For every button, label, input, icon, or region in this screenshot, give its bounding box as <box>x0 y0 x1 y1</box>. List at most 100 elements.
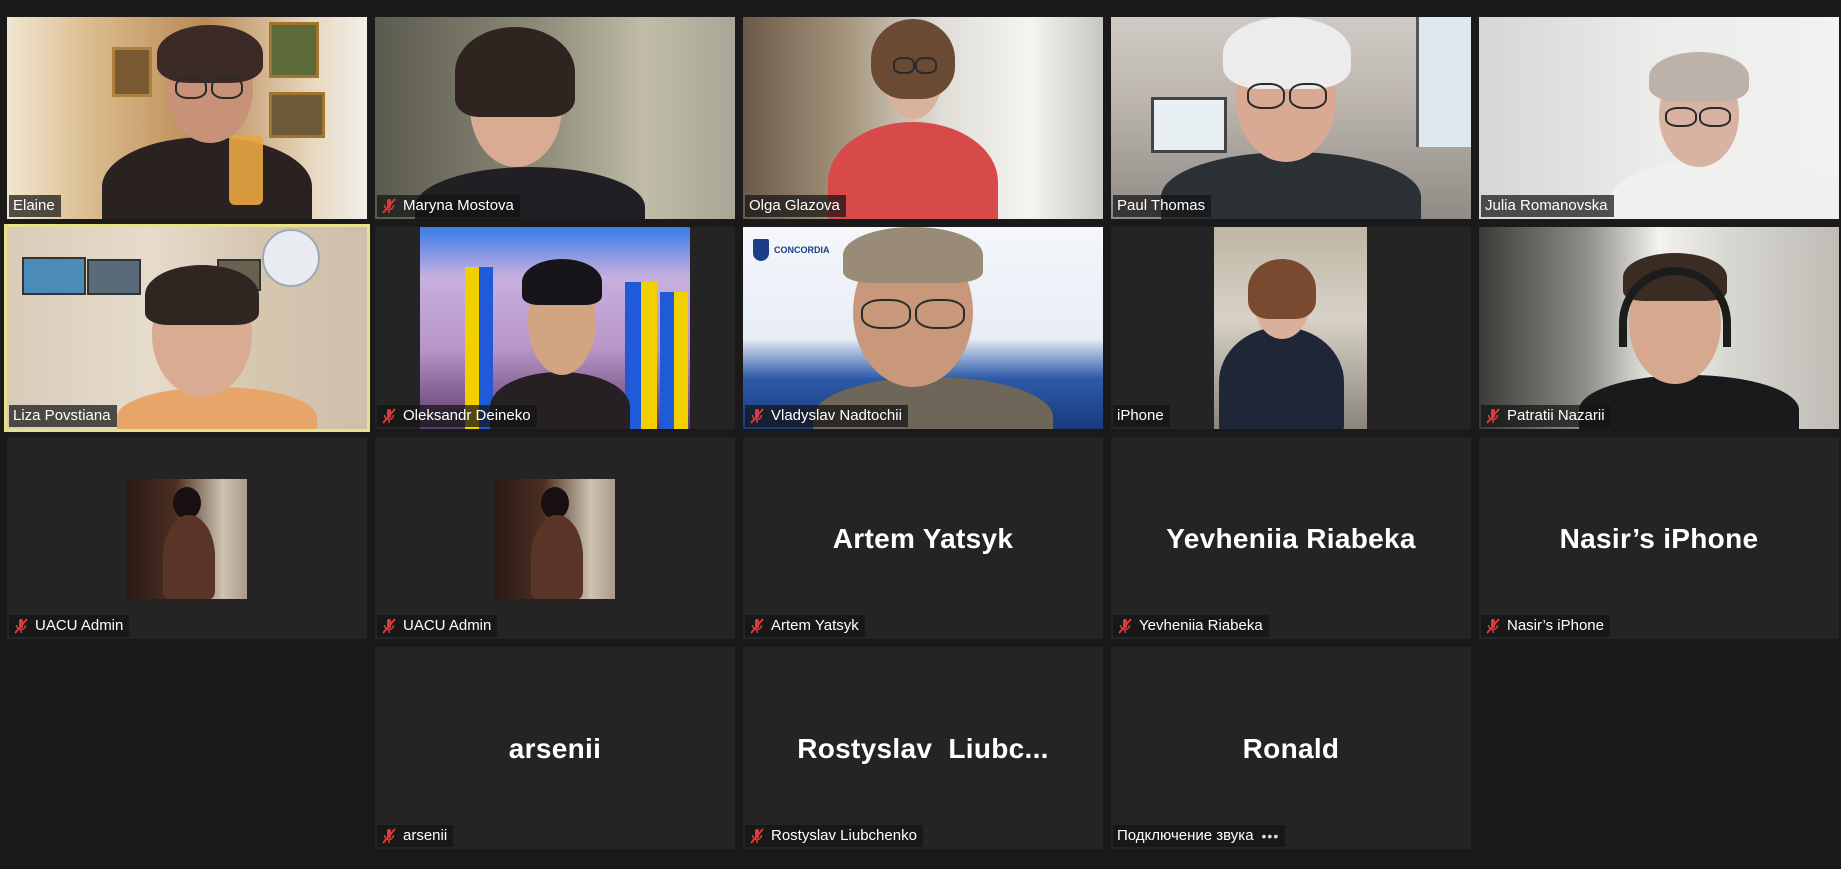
participant-tile-olga-glazova[interactable]: Olga Glazova <box>743 17 1103 219</box>
name-label: Nasir’s iPhone <box>1481 615 1610 637</box>
video-feed: CONCORDIA <box>743 227 1103 429</box>
participant-name: Nasir’s iPhone <box>1507 617 1604 634</box>
participant-tile-yevheniia-riabeka[interactable]: Yevheniia Riabeka Yevheniia Riabeka <box>1111 437 1471 639</box>
concordia-logo: CONCORDIA <box>753 239 830 261</box>
muted-microphone-icon <box>750 618 764 634</box>
participant-tile-julia-romanovska[interactable]: Julia Romanovska <box>1479 17 1839 219</box>
muted-microphone-icon <box>382 198 396 214</box>
name-label: UACU Admin <box>377 615 498 637</box>
participant-name: Paul Thomas <box>1117 197 1206 214</box>
glasses <box>175 77 207 99</box>
video-feed <box>7 17 367 219</box>
wall-picture <box>22 257 86 295</box>
name-label: Patratii Nazarii <box>1481 405 1611 427</box>
participant-name: UACU Admin <box>35 617 124 634</box>
name-label: Подключение звука ••• <box>1113 825 1286 847</box>
person-hair <box>522 259 602 305</box>
participant-tile-uacu-admin[interactable]: UACU Admin <box>7 437 367 639</box>
display-name: Yevheniia Riabeka <box>1166 523 1416 554</box>
participant-name: Oleksandr Deineko <box>403 407 531 424</box>
glass-of-juice <box>229 135 263 205</box>
muted-microphone-icon <box>382 618 396 634</box>
logo-text: CONCORDIA <box>774 245 830 255</box>
name-label: Liza Povstiana <box>9 405 117 427</box>
participant-tile-maryna-mostova[interactable]: Maryna Mostova <box>375 17 735 219</box>
window <box>1151 97 1227 153</box>
display-name: arsenii <box>508 733 602 764</box>
participant-tile-nasirs-iphone[interactable]: Nasir’s iPhone Nasir’s iPhone <box>1479 437 1839 639</box>
name-label: Elaine <box>9 195 61 217</box>
person-hair <box>843 227 983 283</box>
participant-name: Maryna Mostova <box>403 197 514 214</box>
muted-microphone-icon <box>750 408 764 424</box>
window <box>1416 17 1471 147</box>
participant-tile-oleksandr-deineko[interactable]: Oleksandr Deineko <box>375 227 735 429</box>
display-name: Rostyslav Liubc... <box>797 733 1049 764</box>
muted-microphone-icon <box>1486 408 1500 424</box>
name-label: Paul Thomas <box>1113 195 1212 217</box>
video-feed <box>1111 227 1471 429</box>
participant-tile-arsenii[interactable]: arsenii arsenii <box>375 647 735 849</box>
participant-name: Vladyslav Nadtochii <box>771 407 902 424</box>
participant-name: arsenii <box>403 827 448 844</box>
participant-tile-iphone[interactable]: iPhone <box>1111 227 1471 429</box>
name-label: UACU Admin <box>9 615 130 637</box>
wall-painting <box>269 92 325 138</box>
person-hair <box>1223 17 1351 89</box>
name-label: Julia Romanovska <box>1481 195 1614 217</box>
video-grid: Elaine Maryna Mostova Olga Glazova Paul … <box>0 0 1841 869</box>
glasses <box>861 299 911 329</box>
participant-name: UACU Admin <box>403 617 492 634</box>
glasses <box>1289 83 1327 109</box>
more-options-icon[interactable]: ••• <box>1262 825 1280 847</box>
person-body <box>1219 327 1344 429</box>
display-name: Ronald <box>1242 733 1340 764</box>
glasses <box>1699 107 1731 127</box>
glasses <box>915 57 937 74</box>
name-label: Rostyslav Liubchenko <box>745 825 923 847</box>
person-body <box>1609 157 1839 219</box>
participant-tile-rostyslav-liubchenko[interactable]: Rostyslav Liubc... Rostyslav Liubchenko <box>743 647 1103 849</box>
name-label: iPhone <box>1113 405 1170 427</box>
muted-microphone-icon <box>750 828 764 844</box>
participant-name: iPhone <box>1117 407 1164 424</box>
person-body <box>531 515 583 599</box>
person-hair <box>1248 259 1316 319</box>
participant-tile-elaine[interactable]: Elaine <box>7 17 367 219</box>
participant-tile-uacu-admin-2[interactable]: UACU Admin <box>375 437 735 639</box>
profile-picture <box>127 479 247 599</box>
muted-microphone-icon <box>382 408 396 424</box>
name-label: Yevheniia Riabeka <box>1113 615 1269 637</box>
ukraine-flag <box>674 292 688 429</box>
participant-name: Elaine <box>13 197 55 214</box>
name-label: arsenii <box>377 825 454 847</box>
participant-tile-liza-povstiana[interactable]: Liza Povstiana <box>4 224 370 432</box>
video-feed <box>1111 17 1471 219</box>
video-feed <box>743 17 1103 219</box>
participant-tile-patratii-nazarii[interactable]: Patratii Nazarii <box>1479 227 1839 429</box>
video-feed <box>1479 17 1839 219</box>
muted-microphone-icon <box>382 828 396 844</box>
name-label: Vladyslav Nadtochii <box>745 405 908 427</box>
ukraine-flag <box>660 292 674 429</box>
participant-tile-ronald[interactable]: Ronald Подключение звука ••• <box>1111 647 1471 849</box>
participant-tile-artem-yatsyk[interactable]: Artem Yatsyk Artem Yatsyk <box>743 437 1103 639</box>
display-name: Nasir’s iPhone <box>1559 523 1759 554</box>
wall-painting <box>112 47 152 97</box>
name-label: Artem Yatsyk <box>745 615 865 637</box>
connecting-audio-status: Подключение звука <box>1117 827 1254 844</box>
glasses <box>1665 107 1697 127</box>
wall-fan <box>262 229 320 287</box>
participant-name: Patratii Nazarii <box>1507 407 1605 424</box>
person-body <box>1579 375 1799 429</box>
glasses <box>915 299 965 329</box>
person-body <box>828 122 998 219</box>
glasses <box>211 77 243 99</box>
name-label: Maryna Mostova <box>377 195 520 217</box>
name-label: Oleksandr Deineko <box>377 405 537 427</box>
person-hair <box>455 27 575 117</box>
participant-tile-paul-thomas[interactable]: Paul Thomas <box>1111 17 1471 219</box>
participant-tile-vladyslav-nadtochii[interactable]: CONCORDIA Vladyslav Nadtochii <box>743 227 1103 429</box>
person-body <box>163 515 215 599</box>
video-feed <box>1479 227 1839 429</box>
